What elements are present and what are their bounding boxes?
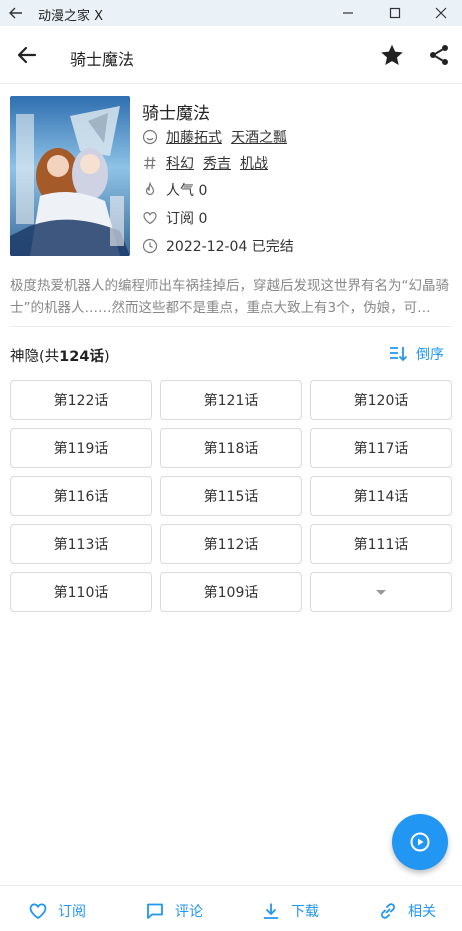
chapter-button[interactable]: 第109话 xyxy=(160,572,302,612)
download-icon xyxy=(264,903,278,919)
divider xyxy=(10,326,452,327)
popularity-text: 人气 0 xyxy=(166,183,208,199)
bottom-action-bar: 订阅 评论 下载 相关 xyxy=(0,885,462,931)
heart-outline-icon xyxy=(143,212,157,225)
caret-down-icon xyxy=(376,589,386,595)
hash-icon xyxy=(144,156,156,170)
popularity-row: 人气 0 xyxy=(142,180,207,200)
chapter-button[interactable]: 第121话 xyxy=(160,380,302,420)
chapter-button[interactable]: 第113话 xyxy=(10,524,152,564)
status-row: 2022-12-04 已完结 xyxy=(142,236,294,256)
play-circle-icon xyxy=(410,832,430,852)
minimize-icon[interactable] xyxy=(337,2,359,24)
sort-descending-icon xyxy=(390,347,408,362)
chapter-button[interactable]: 第115话 xyxy=(160,476,302,516)
fire-icon xyxy=(145,182,155,196)
chapter-count: 124话 xyxy=(59,349,104,365)
window-title: 动漫之家 X xyxy=(38,9,104,24)
link-icon xyxy=(381,903,395,919)
chapter-button[interactable]: 第118话 xyxy=(160,428,302,468)
sort-label: 倒序 xyxy=(416,347,444,363)
play-read-button[interactable] xyxy=(392,814,448,870)
comment-button[interactable]: 评论 xyxy=(145,901,203,921)
heart-outline-icon xyxy=(29,903,47,920)
page-title: 骑士魔法 xyxy=(70,50,135,69)
window-title-bar: 动漫之家 X xyxy=(0,0,462,26)
share-icon[interactable] xyxy=(427,43,451,67)
author-link[interactable]: 天酒之瓢 xyxy=(231,127,287,147)
chapter-group-suffix: ) xyxy=(103,349,110,365)
authors-row: 加藤拓式 天酒之瓢 xyxy=(142,127,296,147)
sort-button[interactable]: 倒序 xyxy=(388,344,444,364)
tag-link[interactable]: 机战 xyxy=(240,153,268,173)
star-icon[interactable] xyxy=(379,42,405,68)
tags-row: 科幻 秀吉 机战 xyxy=(142,153,277,173)
chapter-button[interactable]: 第116话 xyxy=(10,476,152,516)
back-arrow-icon[interactable] xyxy=(14,42,40,68)
comic-description[interactable]: 极度热爱机器人的编程师出车祸挂掉后，穿越后发现这世界有名为“幻晶骑士”的机器人…… xyxy=(10,275,452,319)
subscriptions-text: 订阅 0 xyxy=(166,211,208,227)
tag-link[interactable]: 科幻 xyxy=(166,153,194,173)
comment-label: 评论 xyxy=(175,904,203,920)
related-button[interactable]: 相关 xyxy=(378,901,436,921)
comic-title: 骑士魔法 xyxy=(142,104,210,124)
clock-icon xyxy=(142,238,158,254)
close-icon[interactable] xyxy=(430,2,452,24)
chapter-group-title[interactable]: 神隐(共124话) xyxy=(10,345,110,366)
chapter-group-prefix: 神隐(共 xyxy=(10,349,60,365)
status-text: 2022-12-04 已完结 xyxy=(166,239,294,255)
smile-face-icon xyxy=(142,129,158,145)
comment-icon xyxy=(147,903,163,919)
author-link[interactable]: 加藤拓式 xyxy=(166,127,222,147)
chapter-button[interactable]: 第112话 xyxy=(160,524,302,564)
chapter-button[interactable]: 第117话 xyxy=(310,428,452,468)
download-button[interactable]: 下载 xyxy=(261,901,319,921)
chapter-button[interactable]: 第111话 xyxy=(310,524,452,564)
chapter-button[interactable]: 第119话 xyxy=(10,428,152,468)
tag-link[interactable]: 秀吉 xyxy=(203,153,231,173)
chapter-button[interactable]: 第120话 xyxy=(310,380,452,420)
cover-image[interactable] xyxy=(10,96,130,256)
download-label: 下载 xyxy=(291,904,319,920)
app-bar: 骑士魔法 xyxy=(0,26,462,84)
subscriptions-row: 订阅 0 xyxy=(142,208,207,228)
maximize-icon[interactable] xyxy=(384,2,406,24)
expand-chapters-button[interactable] xyxy=(310,572,452,612)
subscribe-button[interactable]: 订阅 xyxy=(28,901,86,921)
related-label: 相关 xyxy=(408,904,436,920)
chapter-button[interactable]: 第122话 xyxy=(10,380,152,420)
chapter-button[interactable]: 第114话 xyxy=(310,476,452,516)
chapter-button[interactable]: 第110话 xyxy=(10,572,152,612)
back-arrow-icon[interactable] xyxy=(6,3,26,23)
subscribe-label: 订阅 xyxy=(58,904,86,920)
